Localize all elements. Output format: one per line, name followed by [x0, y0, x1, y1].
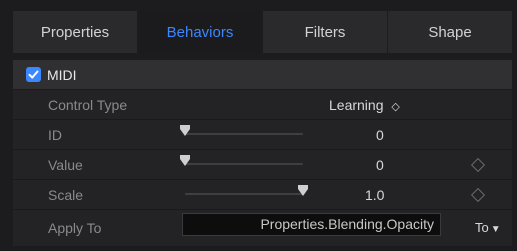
inspector-panel: Properties Behaviors Filters Shape MIDI …: [0, 0, 517, 251]
value-value[interactable]: 0: [376, 157, 384, 173]
slider-track: [185, 133, 303, 135]
scale-slider[interactable]: [185, 185, 308, 196]
tab-filters[interactable]: Filters: [263, 11, 388, 53]
apply-to-field[interactable]: Properties.Blending.Opacity: [182, 213, 441, 236]
tab-shape[interactable]: Shape: [388, 11, 512, 53]
tab-behaviors[interactable]: Behaviors: [138, 11, 263, 53]
id-slider[interactable]: [180, 125, 303, 136]
id-row: ID 0: [13, 120, 512, 150]
diamond-icon[interactable]: [470, 187, 486, 203]
tab-properties[interactable]: Properties: [13, 11, 138, 53]
value-row: Value 0: [13, 150, 512, 180]
midi-behavior-header: MIDI: [13, 60, 512, 90]
slider-track: [185, 193, 303, 195]
scale-label: Scale: [48, 187, 84, 203]
chevron-down-icon: ▼: [490, 224, 501, 235]
apply-to-row: Apply To Properties.Blending.Opacity To ▼: [13, 210, 512, 246]
checkmark-icon: [28, 70, 39, 79]
midi-title: MIDI: [47, 67, 77, 83]
scale-value[interactable]: 1.0: [365, 187, 384, 203]
diamond-icon[interactable]: [470, 157, 486, 173]
midi-enable-checkbox[interactable]: [26, 67, 41, 82]
slider-track: [185, 163, 303, 165]
id-label: ID: [48, 127, 62, 143]
control-type-label: Control Type: [48, 97, 128, 113]
apply-to-label: Apply To: [48, 220, 102, 236]
value-label: Value: [48, 157, 83, 173]
apply-to-menu-button[interactable]: To ▼: [475, 220, 501, 235]
slider-thumb[interactable]: [298, 185, 308, 196]
popup-arrows-icon: ◇: [391, 101, 400, 113]
control-type-row: Control Type Learning ◇: [13, 90, 512, 120]
to-menu-label: To: [475, 220, 489, 235]
control-type-value: Learning: [329, 97, 384, 113]
scale-row: Scale 1.0: [13, 180, 512, 210]
slider-thumb[interactable]: [180, 155, 190, 166]
slider-thumb[interactable]: [180, 125, 190, 136]
inspector-tabs: Properties Behaviors Filters Shape: [13, 11, 512, 53]
control-type-popup[interactable]: Learning ◇: [329, 97, 400, 113]
value-slider[interactable]: [180, 155, 303, 166]
behavior-parameters: MIDI Control Type Learning ◇ ID 0 Value: [13, 60, 512, 246]
id-value[interactable]: 0: [376, 127, 384, 143]
